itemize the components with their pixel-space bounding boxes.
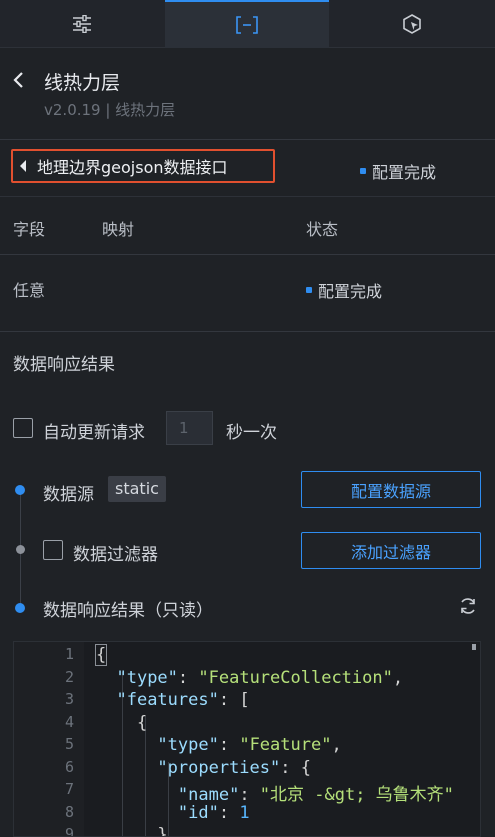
component-version: v2.0.19 | 线热力层 xyxy=(44,101,176,119)
code-token: : xyxy=(218,735,240,755)
code-token: "properties" xyxy=(157,757,281,778)
api-selector[interactable]: 地理边界geojson数据接口 xyxy=(11,149,275,183)
code-token: : { xyxy=(280,757,311,778)
code-token: "北京 -&gt; 乌鲁木齐" xyxy=(259,785,454,805)
code-token: "type" xyxy=(157,735,219,755)
response-section-title: 数据响应结果 xyxy=(13,355,115,375)
component-title: 线热力层 xyxy=(44,72,121,94)
pipeline-dot-active xyxy=(15,485,25,495)
api-status: 配置完成 xyxy=(360,159,436,183)
code-token: : xyxy=(218,802,240,823)
data-source-tag: static xyxy=(108,476,166,502)
table-divider xyxy=(0,331,495,332)
status-dot-icon xyxy=(360,168,366,174)
config-data-source-button[interactable]: 配置数据源 xyxy=(301,471,481,508)
code-token: : xyxy=(177,667,199,688)
code-token: , xyxy=(331,735,342,755)
line-number: 7 xyxy=(64,780,74,798)
code-line: "features": [ xyxy=(96,690,250,710)
tab-style[interactable] xyxy=(0,0,164,48)
data-filter-label: 数据过滤器 xyxy=(73,545,158,565)
code-line: { xyxy=(94,644,108,666)
pipeline-dot-active xyxy=(15,603,25,613)
api-label: 地理边界geojson数据接口 xyxy=(37,158,228,177)
row-status: 配置完成 xyxy=(306,278,382,302)
cursor-badge-icon xyxy=(403,14,421,34)
code-line: "type": "FeatureCollection", xyxy=(96,668,403,688)
code-line: } xyxy=(96,825,168,837)
code-token: { xyxy=(96,712,148,733)
code-token: "Feature" xyxy=(239,735,332,755)
data-filter-checkbox[interactable] xyxy=(43,540,63,560)
code-token: , xyxy=(392,667,404,688)
line-number: 4 xyxy=(64,712,74,731)
api-status-text: 配置完成 xyxy=(372,163,437,182)
code-line: "id": 1 xyxy=(96,803,250,823)
table-divider xyxy=(0,254,495,255)
code-token: } xyxy=(96,825,168,837)
interval-suffix: 秒一次 xyxy=(226,423,277,443)
pipeline-dot-inactive xyxy=(16,545,25,554)
data-bracket-icon xyxy=(236,16,258,34)
line-number: 2 xyxy=(64,667,74,686)
row-status-text: 配置完成 xyxy=(318,282,383,301)
interval-input[interactable] xyxy=(166,411,213,445)
code-editor[interactable]: 1 2 3 4 5 6 7 8 9 { "type": "FeatureCollection",… xyxy=(13,641,481,837)
line-number: 8 xyxy=(64,802,74,821)
line-number: 5 xyxy=(64,735,74,753)
code-line: "type": "Feature", xyxy=(96,735,342,755)
row-field: 任意 xyxy=(13,281,46,300)
line-number: 1 xyxy=(64,645,74,663)
refresh-icon[interactable] xyxy=(458,596,478,616)
data-source-label: 数据源 xyxy=(43,485,94,505)
line-number: 3 xyxy=(64,690,74,708)
code-token: "features" xyxy=(116,690,219,710)
status-dot-icon xyxy=(306,287,312,293)
code-token: "FeatureCollection" xyxy=(198,667,393,688)
code-token: 1 xyxy=(239,802,250,823)
column-header-status: 状态 xyxy=(306,220,339,239)
column-header-field: 字段 xyxy=(13,220,46,239)
code-token: { xyxy=(94,644,108,666)
tab-data[interactable] xyxy=(165,0,329,48)
caret-left-icon xyxy=(20,160,26,172)
column-header-mapping: 映射 xyxy=(102,220,135,239)
line-number: 9 xyxy=(64,825,74,837)
tab-interaction[interactable] xyxy=(330,0,494,48)
code-token: : [ xyxy=(218,690,250,710)
back-chevron-icon[interactable] xyxy=(10,68,28,92)
code-line: { xyxy=(96,713,147,733)
code-token: "type" xyxy=(116,667,178,688)
auto-update-checkbox[interactable] xyxy=(13,418,33,438)
line-number: 6 xyxy=(64,757,74,776)
editor-scrollbar[interactable] xyxy=(472,644,476,650)
top-tab-bar xyxy=(0,0,495,48)
code-line: "name": "北京 -&gt; 乌鲁木齐" xyxy=(96,780,454,805)
auto-update-label: 自动更新请求 xyxy=(43,423,145,443)
code-token: "id" xyxy=(177,802,219,823)
sliders-icon xyxy=(73,15,91,33)
response-result-label: 数据响应结果（只读） xyxy=(43,601,213,621)
add-filter-button[interactable]: 添加过滤器 xyxy=(301,532,481,569)
code-line: "properties": { xyxy=(96,758,311,778)
